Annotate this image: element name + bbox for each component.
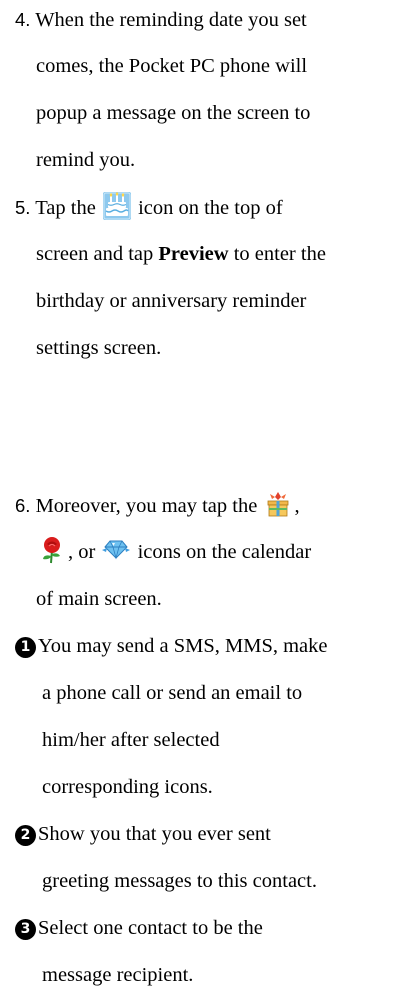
number-marker-3: 3 bbox=[15, 919, 36, 940]
note-1-line-3: him/her after selected bbox=[42, 729, 220, 751]
number-marker-2: 2 bbox=[15, 825, 36, 846]
note-text: Select one contact to be the bbox=[38, 917, 263, 939]
step-text: Tap the bbox=[35, 197, 96, 219]
note-1: 1 You may send a SMS, MMS, make a phone c… bbox=[15, 623, 420, 811]
note-text: You may send a SMS, MMS, make bbox=[38, 635, 328, 657]
note-3-line-1: 3 Select one contact to be the bbox=[15, 905, 420, 952]
step-4-line-1: 4. When the reminding date you set bbox=[15, 0, 420, 43]
step-5-line-4: settings screen. bbox=[36, 337, 162, 359]
step-5-line-2: screen and tap Preview to enter the bbox=[15, 231, 420, 278]
gift-box-icon bbox=[264, 490, 293, 518]
note-1-line-2: a phone call or send an email to bbox=[42, 682, 303, 704]
step-6-line-3: of main screen. bbox=[36, 588, 162, 610]
note-1-line-1: 1 You may send a SMS, MMS, make bbox=[15, 623, 420, 670]
note-3-line-2: message recipient. bbox=[42, 964, 194, 986]
step-4-line-3: popup a message on the screen to bbox=[36, 102, 311, 124]
number-marker-1: 1 bbox=[15, 637, 36, 658]
step-number: 6. bbox=[15, 495, 31, 516]
step-number: 5. bbox=[15, 197, 31, 218]
note-3: 3 Select one contact to be the message re… bbox=[15, 905, 420, 999]
step-text: , bbox=[294, 495, 300, 517]
step-text: to enter the bbox=[233, 243, 326, 265]
step-text: , or bbox=[68, 541, 96, 563]
step-6: 6. Moreover, you may tap the , , or icon… bbox=[15, 482, 420, 623]
step-4-line-4: remind you. bbox=[36, 149, 136, 171]
rose-icon bbox=[43, 537, 60, 564]
step-text: icon on the top of bbox=[138, 197, 283, 219]
step-6-line-1: 6. Moreover, you may tap the , bbox=[15, 482, 420, 529]
note-2-line-1: 2 Show you that you ever sent bbox=[15, 811, 420, 858]
step-5: 5. Tap the icon on the top of screen and… bbox=[15, 184, 420, 372]
step-number: 4. bbox=[15, 9, 31, 30]
step-5-line-1: 5. Tap the icon on the top of bbox=[15, 184, 420, 231]
note-1-line-4: corresponding icons. bbox=[42, 776, 213, 798]
step-6-line-2: , or icons on the calendar bbox=[15, 529, 420, 576]
step-5-line-3: birthday or anniversary reminder bbox=[36, 290, 307, 312]
step-4: 4. When the reminding date you set comes… bbox=[15, 0, 420, 184]
birthday-cake-icon bbox=[102, 192, 131, 220]
diamond-icon bbox=[102, 540, 131, 560]
note-2: 2 Show you that you ever sent greeting me… bbox=[15, 811, 420, 905]
step-text: screen and tap bbox=[36, 243, 154, 265]
step-text: icons on the calendar bbox=[137, 541, 312, 563]
note-text: Show you that you ever sent bbox=[38, 823, 271, 845]
step-text: When the reminding date you set bbox=[35, 9, 307, 31]
preview-label: Preview bbox=[158, 243, 229, 265]
manual-page: 4. When the reminding date you set comes… bbox=[0, 0, 420, 989]
step-4-line-2: comes, the Pocket PC phone will bbox=[36, 55, 308, 77]
step-text: Moreover, you may tap the bbox=[35, 495, 258, 517]
note-2-line-2: greeting messages to this contact. bbox=[42, 870, 317, 892]
